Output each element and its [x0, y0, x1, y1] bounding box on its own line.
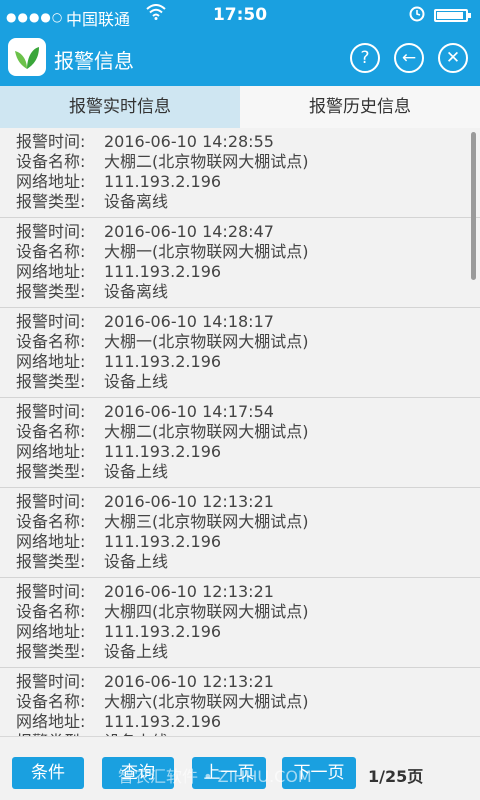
device-name-value: 大棚三(北京物联网大棚试点) — [104, 512, 309, 531]
network-address-label: 网络地址: — [16, 352, 86, 371]
network-address-label: 网络地址: — [16, 532, 86, 551]
alarm-clock-icon — [408, 5, 426, 27]
alarm-type-label: 报警类型: — [16, 282, 86, 301]
tab-realtime-alarms[interactable]: 报警实时信息 — [0, 86, 240, 128]
network-address-value: 111.193.2.196 — [104, 262, 222, 281]
alarm-time-label: 报警时间: — [16, 222, 86, 241]
alarm-time-value: 2016-06-10 12:13:21 — [104, 492, 274, 511]
device-name-value: 大棚二(北京物联网大棚试点) — [104, 152, 309, 171]
network-address-value: 111.193.2.196 — [104, 172, 222, 191]
device-name-label: 设备名称: — [16, 242, 86, 261]
back-arrow-icon[interactable]: ← — [394, 43, 424, 73]
network-address-value: 111.193.2.196 — [104, 352, 222, 371]
alarm-time-label: 报警时间: — [16, 582, 86, 601]
battery-icon — [434, 9, 471, 22]
device-name-label: 设备名称: — [16, 152, 86, 171]
device-name-value: 大棚六(北京物联网大棚试点) — [104, 692, 309, 711]
alarm-time-value: 2016-06-10 12:13:21 — [104, 582, 274, 601]
network-address-label: 网络地址: — [16, 712, 86, 731]
network-address-label: 网络地址: — [16, 622, 86, 641]
network-address-value: 111.193.2.196 — [104, 532, 222, 551]
help-icon[interactable]: ? — [350, 43, 380, 73]
tab-bar: 报警实时信息 报警历史信息 — [0, 86, 480, 128]
list-item[interactable]: 报警时间: 2016-06-10 14:18:17 设备名称: 大棚一(北京物联网大… — [0, 308, 480, 398]
condition-button[interactable]: 条件 — [12, 757, 84, 789]
alarm-time-label: 报警时间: — [16, 312, 86, 331]
page-title: 报警信息 — [54, 49, 134, 73]
list-item[interactable]: 报警时间: 2016-06-10 14:28:55 设备名称: 大棚二(北京物联网大… — [0, 128, 480, 218]
device-name-label: 设备名称: — [16, 332, 86, 351]
alarm-type-label: 报警类型: — [16, 192, 86, 211]
network-address-value: 111.193.2.196 — [104, 442, 222, 461]
alarm-type-value: 设备上线 — [104, 552, 169, 571]
title-bar: 报警信息 ? ← ✕ — [0, 30, 480, 86]
alarm-list[interactable]: 报警时间: 2016-06-10 14:28:55 设备名称: 大棚二(北京物联网大… — [0, 128, 480, 736]
device-name-label: 设备名称: — [16, 422, 86, 441]
tab-alarm-history[interactable]: 报警历史信息 — [240, 86, 480, 128]
bottom-toolbar: 条件 查询 上一页 下一页 1/25页 智农汇软件 • ZIHHU.COM — [0, 736, 480, 800]
scrollbar[interactable] — [471, 132, 476, 280]
device-name-label: 设备名称: — [16, 512, 86, 531]
alarm-time-label: 报警时间: — [16, 132, 86, 151]
alarm-type-value: 设备上线 — [104, 372, 169, 391]
leaf-logo-icon — [8, 38, 46, 76]
network-address-label: 网络地址: — [16, 172, 86, 191]
device-name-label: 设备名称: — [16, 692, 86, 711]
network-address-label: 网络地址: — [16, 442, 86, 461]
device-name-value: 大棚一(北京物联网大棚试点) — [104, 242, 309, 261]
device-name-value: 大棚四(北京物联网大棚试点) — [104, 602, 309, 621]
list-item[interactable]: 报警时间: 2016-06-10 12:13:21 设备名称: 大棚四(北京物联网大… — [0, 578, 480, 668]
alarm-type-value: 设备上线 — [104, 642, 169, 661]
network-address-value: 111.193.2.196 — [104, 712, 222, 731]
alarm-time-label: 报警时间: — [16, 492, 86, 511]
alarm-type-value: 设备上线 — [104, 462, 169, 481]
list-item[interactable]: 报警时间: 2016-06-10 12:13:21 设备名称: 大棚六(北京物联网大… — [0, 668, 480, 736]
list-item[interactable]: 报警时间: 2016-06-10 12:13:21 设备名称: 大棚三(北京物联网大… — [0, 488, 480, 578]
alarm-time-value: 2016-06-10 14:28:55 — [104, 132, 274, 151]
alarm-time-label: 报警时间: — [16, 672, 86, 691]
alarm-type-label: 报警类型: — [16, 642, 86, 661]
alarm-time-value: 2016-06-10 14:17:54 — [104, 402, 274, 421]
page-indicator: 1/25页 — [368, 767, 424, 786]
device-name-value: 大棚二(北京物联网大棚试点) — [104, 422, 309, 441]
alarm-type-label: 报警类型: — [16, 372, 86, 391]
status-bar: ●●●●○ 中国联通 17:50 — [0, 0, 480, 30]
alarm-time-value: 2016-06-10 14:28:47 — [104, 222, 274, 241]
list-item[interactable]: 报警时间: 2016-06-10 14:28:47 设备名称: 大棚一(北京物联网大… — [0, 218, 480, 308]
alarm-type-label: 报警类型: — [16, 462, 86, 481]
alarm-type-label: 报警类型: — [16, 552, 86, 571]
network-address-label: 网络地址: — [16, 262, 86, 281]
alarm-time-label: 报警时间: — [16, 402, 86, 421]
alarm-type-value: 设备离线 — [104, 282, 169, 301]
network-address-value: 111.193.2.196 — [104, 622, 222, 641]
watermark: 智农汇软件 • ZIHHU.COM — [118, 767, 312, 786]
alarm-type-value: 设备离线 — [104, 192, 169, 211]
alarm-time-value: 2016-06-10 12:13:21 — [104, 672, 274, 691]
list-item[interactable]: 报警时间: 2016-06-10 14:17:54 设备名称: 大棚二(北京物联网大… — [0, 398, 480, 488]
close-icon[interactable]: ✕ — [438, 43, 468, 73]
device-name-value: 大棚一(北京物联网大棚试点) — [104, 332, 309, 351]
alarm-time-value: 2016-06-10 14:18:17 — [104, 312, 274, 331]
device-name-label: 设备名称: — [16, 602, 86, 621]
